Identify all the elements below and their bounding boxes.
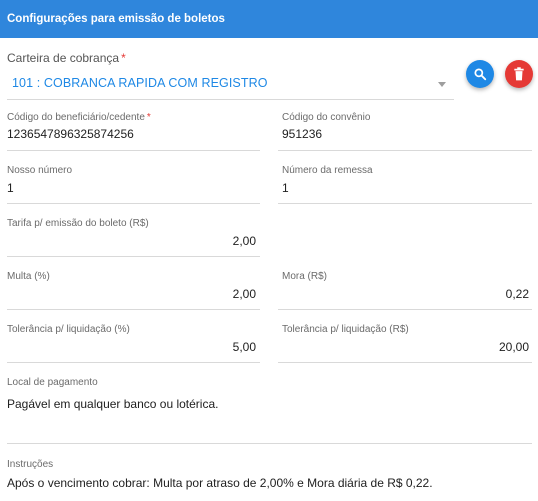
carteira-select[interactable]: 101 : COBRANCA RAPIDA COM REGISTRO: [12, 76, 268, 90]
field-underline: [278, 309, 532, 310]
field-underline: [7, 203, 260, 204]
mora-label: Mora (R$): [282, 271, 328, 282]
field-underline: [7, 309, 260, 310]
multa-label: Multa (%): [7, 271, 50, 282]
field-underline: [278, 150, 532, 151]
field-underline: [7, 443, 532, 444]
search-button[interactable]: [466, 60, 494, 88]
numero-remessa-label: Número da remessa: [282, 165, 373, 176]
instrucoes-field[interactable]: Após o vencimento cobrar: Multa por atra…: [7, 476, 433, 490]
field-underline: [278, 362, 532, 363]
local-pagamento-label: Local de pagamento: [7, 377, 98, 388]
tolerancia-rs-label: Tolerância p/ liquidação (R$): [282, 324, 409, 335]
tolerancia-pct-label: Tolerância p/ liquidação (%): [7, 324, 130, 335]
trash-icon: [514, 67, 524, 81]
tolerancia-rs-field[interactable]: 20,00: [282, 340, 529, 354]
field-underline: [7, 150, 260, 151]
required-mark: *: [121, 51, 126, 65]
carteira-underline: [7, 99, 454, 100]
mora-field[interactable]: 0,22: [282, 287, 529, 301]
page-title: Configurações para emissão de boletos: [7, 13, 225, 25]
tolerancia-pct-field[interactable]: 5,00: [7, 340, 256, 354]
nosso-numero-field[interactable]: 1: [7, 181, 14, 195]
field-underline: [7, 362, 260, 363]
numero-remessa-field[interactable]: 1: [282, 181, 289, 195]
codigo-beneficiario-label: Código do beneficiário/cedente *: [7, 112, 151, 123]
delete-button[interactable]: [505, 60, 533, 88]
codigo-beneficiario-field[interactable]: 1236547896325874256: [7, 127, 134, 141]
field-underline: [7, 256, 260, 257]
codigo-convenio-field[interactable]: 951236: [282, 127, 322, 141]
codigo-convenio-label: Código do convênio: [282, 112, 371, 123]
tarifa-label: Tarifa p/ emissão do boleto (R$): [7, 218, 149, 229]
search-icon: [474, 68, 487, 81]
required-mark: *: [146, 112, 151, 123]
tarifa-field[interactable]: 2,00: [7, 234, 256, 248]
carteira-label: Carteira de cobrança *: [7, 51, 126, 65]
local-pagamento-field[interactable]: Pagável em qualquer banco ou lotérica.: [7, 397, 218, 411]
chevron-down-icon[interactable]: [438, 82, 446, 87]
multa-field[interactable]: 2,00: [7, 287, 256, 301]
field-underline: [278, 203, 532, 204]
nosso-numero-label: Nosso número: [7, 165, 73, 176]
page-header: Configurações para emissão de boletos: [0, 0, 538, 38]
instrucoes-label: Instruções: [7, 459, 54, 470]
